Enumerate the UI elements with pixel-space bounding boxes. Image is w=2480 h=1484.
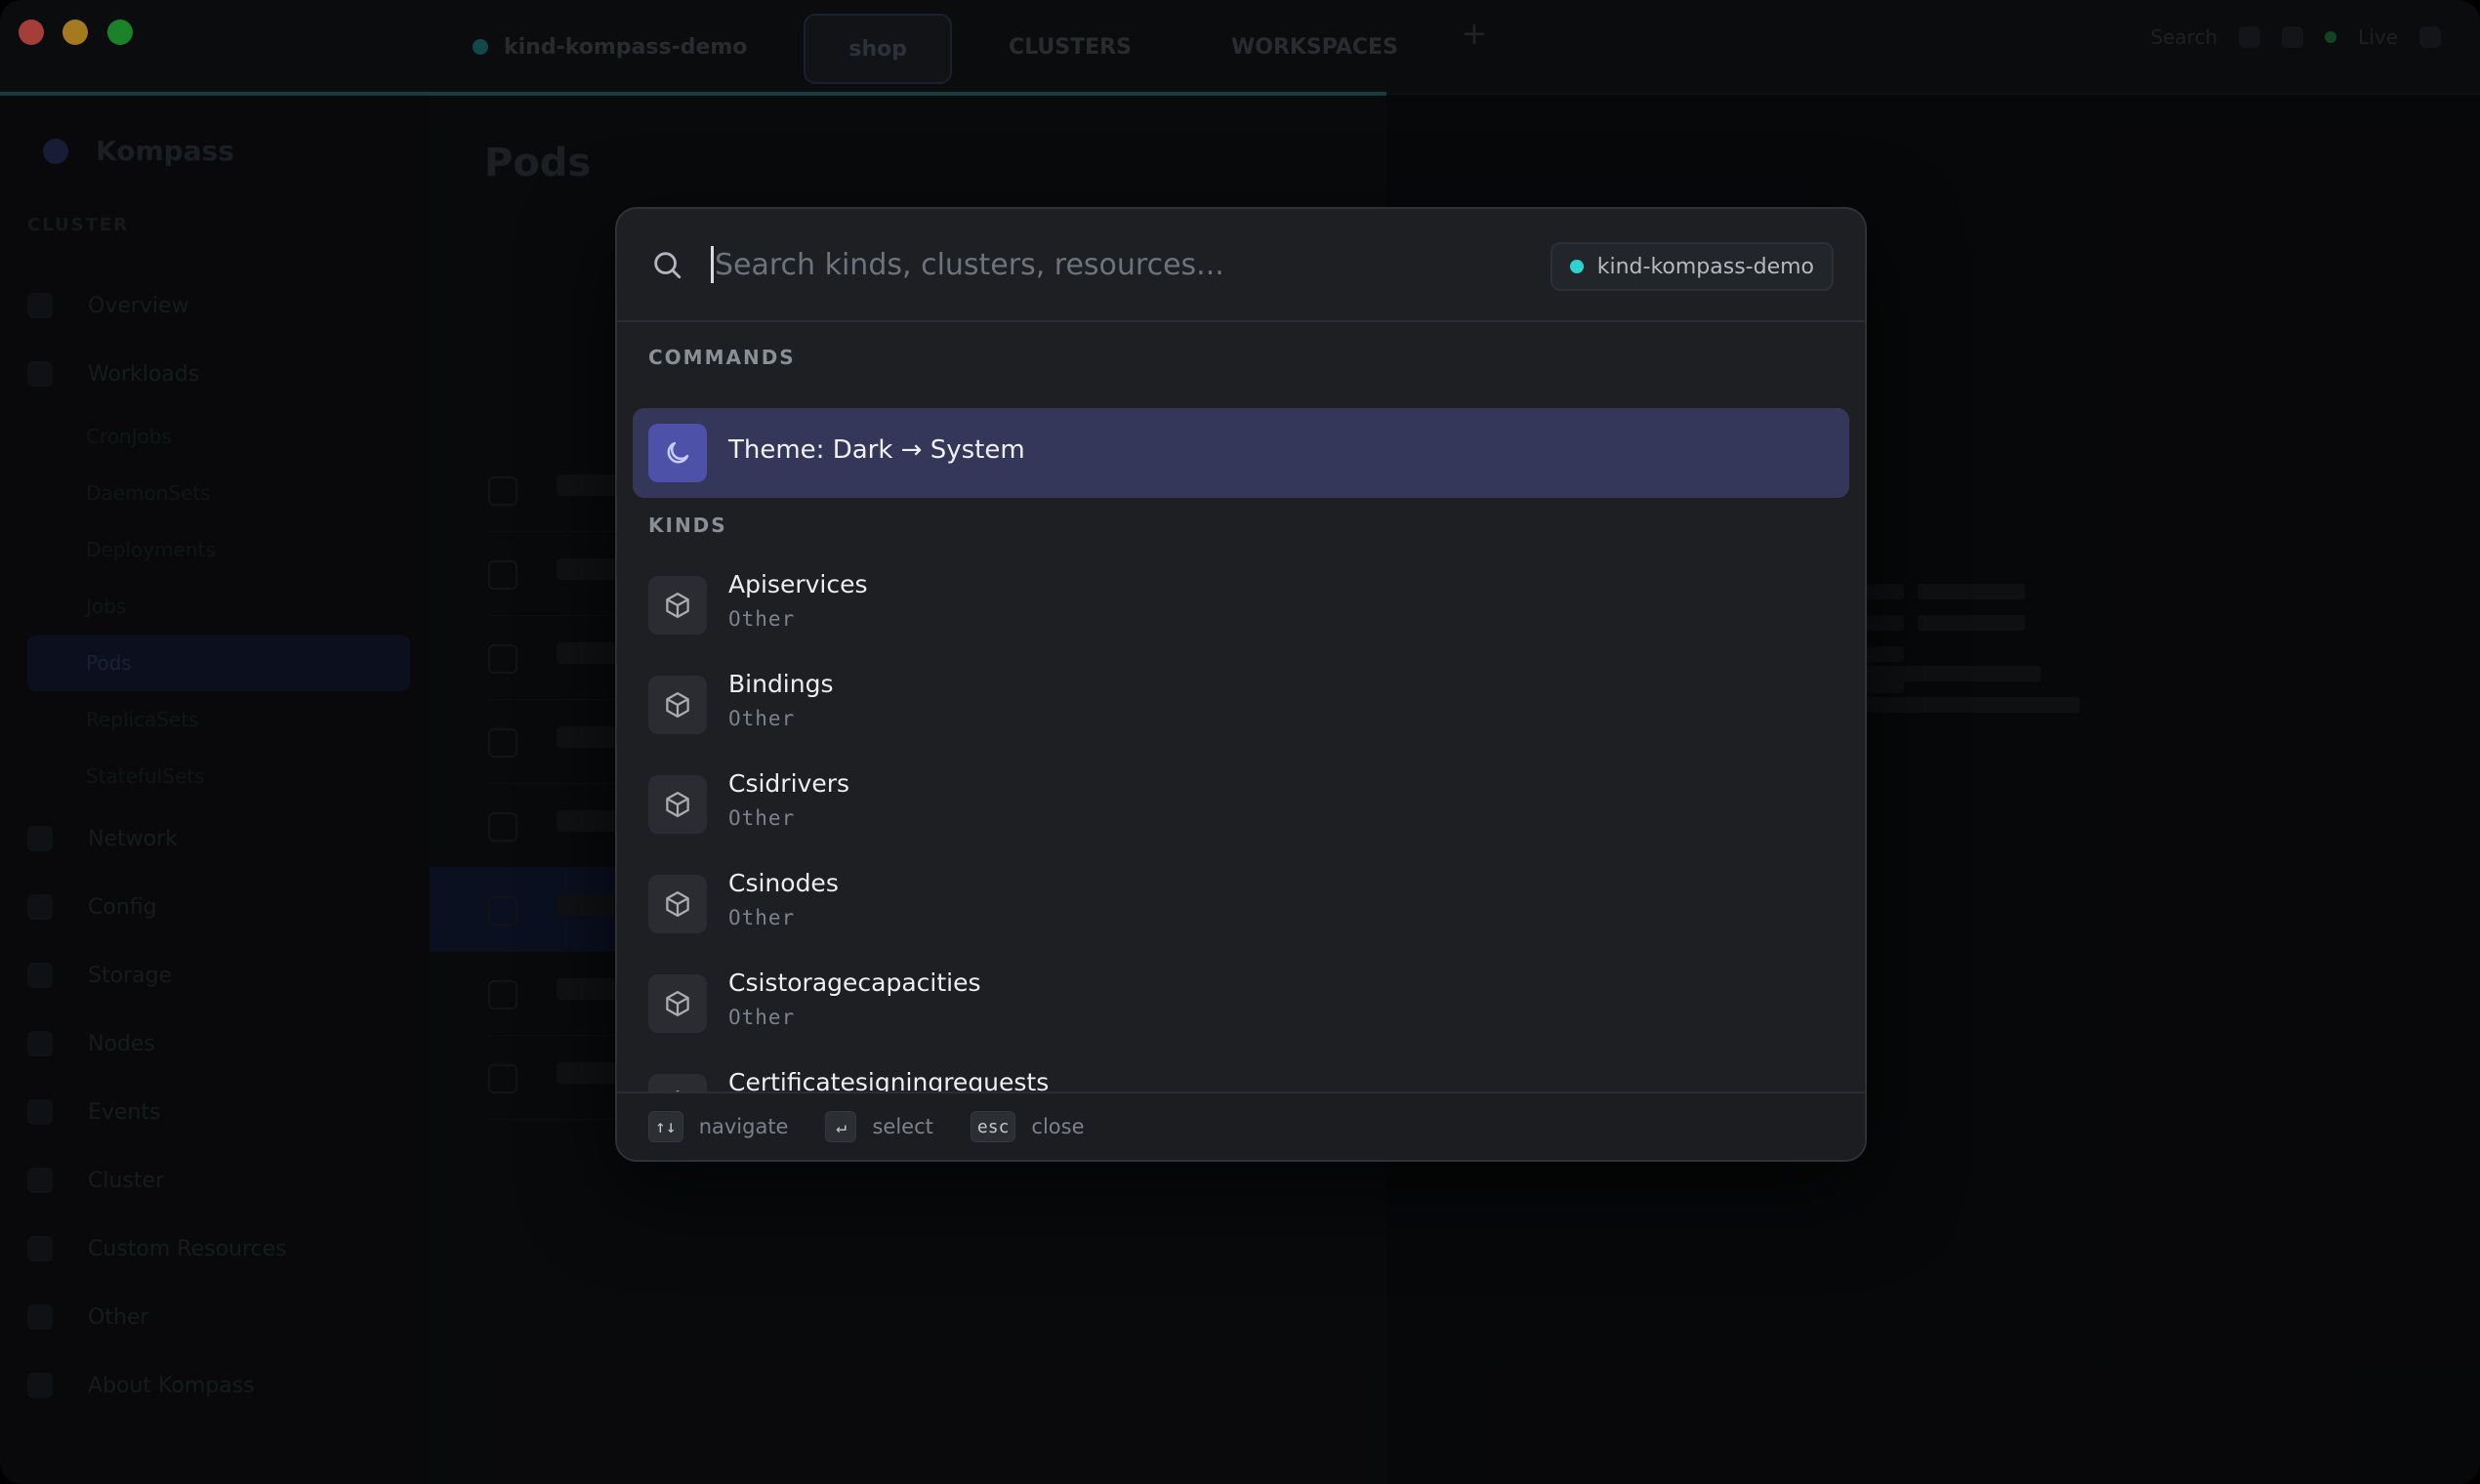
kind-item-csistoragecapacities[interactable]: Csistoragecapacities Other xyxy=(633,955,1849,1054)
cube-icon xyxy=(648,875,707,933)
palette-search-bar: kind-kompass-demo xyxy=(617,209,1865,322)
esc-key: esc xyxy=(970,1111,1016,1142)
kind-name: Csinodes xyxy=(728,869,839,897)
kind-name: Bindings xyxy=(728,670,834,698)
cube-icon xyxy=(648,775,707,834)
palette-footer: ↑↓ navigate ↵ select esc close xyxy=(617,1092,1865,1160)
kind-name: Csidrivers xyxy=(728,769,849,798)
kind-category: Other xyxy=(728,1006,796,1029)
cluster-status-dot xyxy=(1569,260,1584,273)
command-palette: kind-kompass-demo COMMANDS Theme: Dark →… xyxy=(615,207,1867,1162)
kind-category: Other xyxy=(728,806,796,830)
cluster-context-badge[interactable]: kind-kompass-demo xyxy=(1550,242,1834,291)
kind-category: Other xyxy=(728,906,796,929)
cluster-context-label: kind-kompass-demo xyxy=(1596,254,1814,279)
cube-icon xyxy=(648,576,707,635)
kind-category: Other xyxy=(728,607,796,631)
palette-results: COMMANDS Theme: Dark → System KINDS Apis… xyxy=(617,322,1865,1092)
navigate-key-icon: ↑↓ xyxy=(648,1111,683,1142)
kind-name: Csistoragecapacities xyxy=(728,969,981,997)
group-label-commands: COMMANDS xyxy=(648,346,796,369)
cube-icon xyxy=(648,1074,707,1092)
kind-name: Apiservices xyxy=(728,570,868,598)
kind-item-apiservices[interactable]: Apiservices Other xyxy=(633,556,1849,656)
search-icon xyxy=(654,252,682,279)
text-caret xyxy=(711,246,714,283)
kind-item-certificatesigningrequests[interactable]: Certificatesigningrequests xyxy=(633,1054,1849,1092)
select-hint: select xyxy=(872,1115,933,1138)
enter-key-icon: ↵ xyxy=(825,1111,857,1142)
palette-search-input[interactable] xyxy=(707,236,1515,293)
kind-item-csinodes[interactable]: Csinodes Other xyxy=(633,855,1849,955)
cube-icon xyxy=(648,676,707,734)
navigate-hint: navigate xyxy=(698,1115,789,1138)
kind-category: Other xyxy=(728,707,796,730)
command-label: Theme: Dark → System xyxy=(728,435,1025,465)
cube-icon xyxy=(648,974,707,1033)
group-label-kinds: KINDS xyxy=(648,514,727,537)
kind-item-bindings[interactable]: Bindings Other xyxy=(633,656,1849,756)
kind-name: Certificatesigningrequests xyxy=(728,1068,1050,1092)
kind-item-csidrivers[interactable]: Csidrivers Other xyxy=(633,756,1849,855)
close-hint: close xyxy=(1031,1115,1085,1138)
moon-icon xyxy=(648,424,707,482)
command-item-theme[interactable]: Theme: Dark → System xyxy=(633,408,1849,498)
app-window: kind-kompass-demo shop CLUSTERS WORKSPAC… xyxy=(0,0,2480,1484)
